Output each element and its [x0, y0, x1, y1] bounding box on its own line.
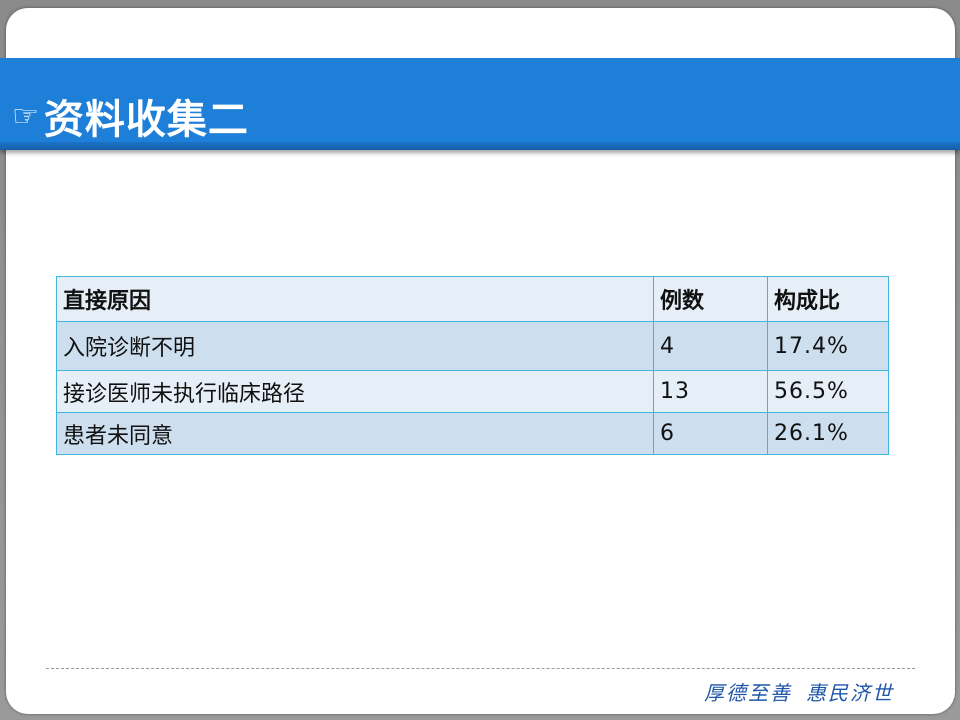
table-row: 患者未同意 6 26.1% — [56, 412, 889, 455]
table-row: 入院诊断不明 4 17.4% — [56, 321, 889, 371]
footer-divider — [46, 668, 915, 669]
slide-title: ☞ 资料收集二 — [12, 88, 249, 144]
cell-count: 13 — [653, 370, 768, 413]
slide-title-text: 资料收集二 — [43, 97, 249, 143]
cell-ratio: 17.4% — [767, 321, 889, 371]
cell-cause: 患者未同意 — [56, 412, 654, 455]
cell-ratio: 56.5% — [767, 370, 889, 413]
cell-count: 6 — [653, 412, 768, 455]
slide: ☞ 资料收集二 直接原因 例数 构成比 入院诊断不明 4 17.4% 接诊医师未… — [0, 0, 960, 720]
header-count: 例数 — [653, 276, 768, 322]
motto-right: 惠民济世 — [806, 680, 894, 705]
header-cause: 直接原因 — [56, 276, 654, 322]
table-header-row: 直接原因 例数 构成比 — [56, 276, 889, 322]
footer-motto: 厚德至善 惠民济世 — [704, 676, 904, 706]
table-row: 接诊医师未执行临床路径 13 56.5% — [56, 370, 889, 413]
cause-table: 直接原因 例数 构成比 入院诊断不明 4 17.4% 接诊医师未执行临床路径 1… — [56, 276, 889, 455]
header-ratio: 构成比 — [767, 276, 889, 322]
motto-left: 厚德至善 — [704, 680, 792, 705]
cell-cause: 入院诊断不明 — [56, 321, 654, 371]
pointing-hand-icon: ☞ — [12, 98, 40, 134]
cell-cause: 接诊医师未执行临床路径 — [56, 370, 654, 413]
cell-count: 4 — [653, 321, 768, 371]
cell-ratio: 26.1% — [767, 412, 889, 455]
